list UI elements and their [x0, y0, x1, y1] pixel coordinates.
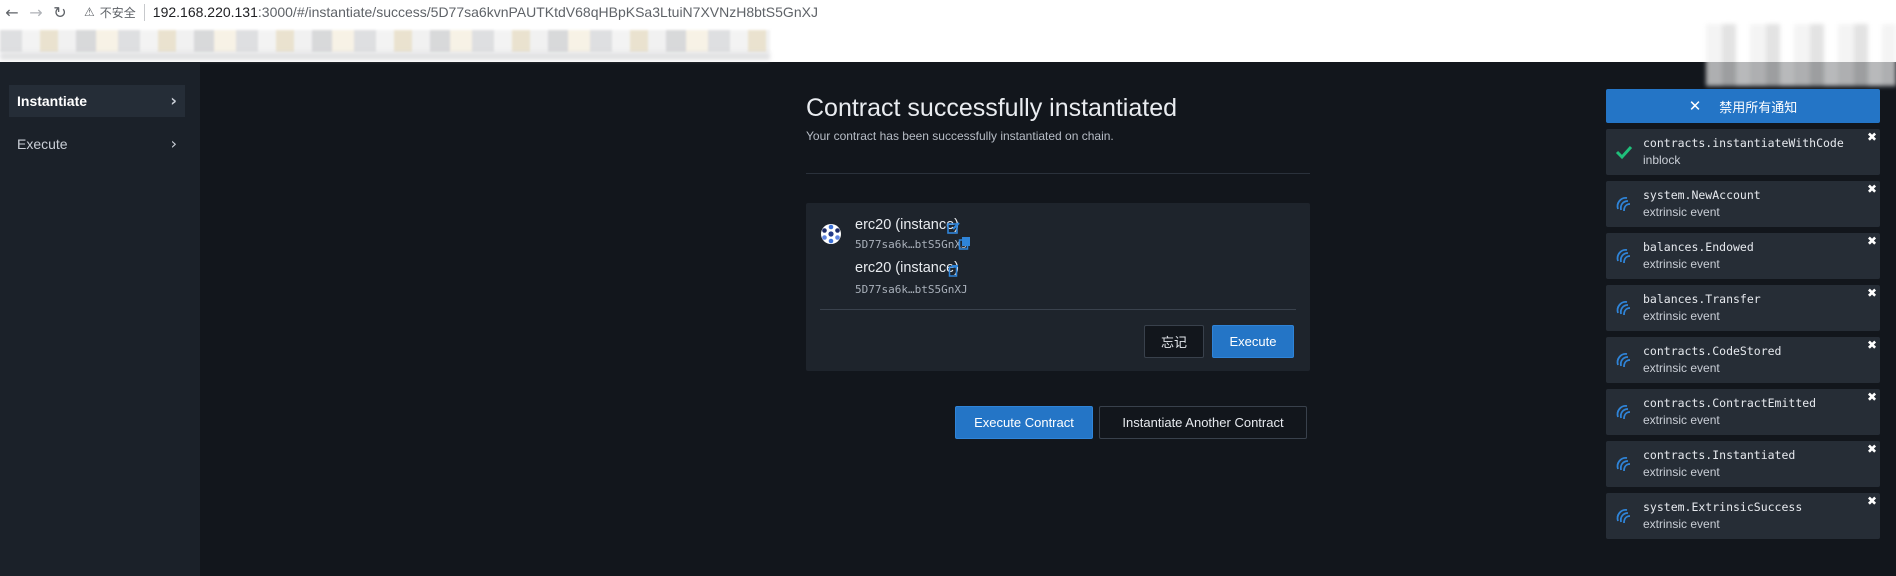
close-icon[interactable]: ✖ — [1867, 442, 1877, 456]
notification-title: system.ExtrinsicSuccess — [1643, 500, 1803, 514]
page-subtitle: Your contract has been successfully inst… — [806, 129, 1114, 143]
chevron-right-icon: › — [170, 91, 177, 110]
url-path: :3000/#/instantiate/success/5D77sa6kvnPA… — [257, 4, 818, 20]
sidebar-item-instantiate[interactable]: Instantiate › — [9, 85, 185, 117]
event-icon — [1616, 249, 1631, 264]
contract-name: erc20 (instance) — [855, 260, 959, 276]
close-icon[interactable]: ✖ — [1867, 182, 1877, 196]
contract-address: 5D77sa6k…btS5GnXJ — [855, 238, 968, 251]
instantiate-another-button[interactable]: Instantiate Another Contract — [1099, 406, 1307, 439]
forward-icon[interactable]: → — [24, 2, 48, 22]
contract-name: erc20 (instance) — [855, 217, 959, 233]
sidebar-item-label: Execute — [17, 136, 68, 152]
contract-address: 5D77sa6k…btS5GnXJ — [855, 283, 968, 296]
blurred-bookmarks-shadow — [0, 52, 770, 60]
event-icon — [1616, 197, 1631, 212]
forget-button[interactable]: 忘记 — [1144, 325, 1204, 358]
notification-status: extrinsic event — [1643, 309, 1720, 323]
address-bar[interactable]: ⚠ 不安全 192.168.220.131:3000/#/instantiate… — [84, 3, 818, 21]
close-icon[interactable]: ✖ — [1867, 234, 1877, 248]
notification-status: extrinsic event — [1643, 517, 1720, 531]
notification-title: contracts.ContractEmitted — [1643, 396, 1817, 410]
bookmarks-bar-blurred — [0, 24, 1896, 86]
chevron-right-icon: › — [170, 134, 177, 153]
event-icon — [1616, 457, 1631, 472]
insecure-indicator[interactable]: ⚠ 不安全 — [84, 3, 145, 21]
card-divider — [820, 309, 1296, 310]
notification-item: contracts.instantiateWithCode inblock ✖ — [1606, 129, 1880, 175]
blurred-extensions — [1706, 24, 1896, 86]
close-icon[interactable]: ✖ — [1867, 338, 1877, 352]
notification-title: contracts.instantiateWithCode — [1643, 136, 1844, 150]
event-icon — [1616, 353, 1631, 368]
contract-card: erc20 (instance) 5D77sa6k…btS5GnXJ erc20… — [806, 203, 1310, 371]
execute-button[interactable]: Execute — [1212, 325, 1294, 358]
copy-icon[interactable] — [958, 236, 972, 250]
edit-icon[interactable] — [947, 221, 961, 235]
sidebar: Instantiate › Execute › — [0, 62, 200, 576]
close-icon[interactable]: ✖ — [1867, 286, 1877, 300]
sidebar-item-label: Instantiate — [17, 93, 88, 109]
url-host: 192.168.220.131 — [152, 4, 258, 20]
notification-item: contracts.ContractEmitted extrinsic event… — [1606, 389, 1880, 435]
close-icon[interactable]: ✖ — [1867, 390, 1877, 404]
notification-title: contracts.Instantiated — [1643, 448, 1796, 462]
notification-item: contracts.CodeStored extrinsic event ✖ — [1606, 337, 1880, 383]
notification-item: balances.Endowed extrinsic event ✖ — [1606, 233, 1880, 279]
sidebar-item-execute[interactable]: Execute › — [9, 128, 185, 160]
execute-contract-button[interactable]: Execute Contract — [955, 406, 1093, 439]
browser-toolbar: ← → ↻ ⚠ 不安全 192.168.220.131:3000/#/insta… — [0, 0, 1896, 24]
back-icon[interactable]: ← — [0, 2, 24, 22]
check-icon — [1615, 145, 1633, 160]
page-title: Contract successfully instantiated — [806, 94, 1178, 122]
event-icon — [1616, 301, 1631, 316]
reload-icon[interactable]: ↻ — [48, 2, 72, 22]
copy-icon[interactable] — [947, 264, 961, 278]
close-icon: ✕ — [1688, 97, 1702, 115]
notification-title: system.NewAccount — [1643, 188, 1761, 202]
close-icon[interactable]: ✖ — [1867, 130, 1877, 144]
notification-item: contracts.Instantiated extrinsic event ✖ — [1606, 441, 1880, 487]
notification-status: extrinsic event — [1643, 361, 1720, 375]
contract-identicon-icon — [821, 224, 841, 244]
notification-status: inblock — [1643, 153, 1681, 167]
notification-status: extrinsic event — [1643, 257, 1720, 271]
notification-item: balances.Transfer extrinsic event ✖ — [1606, 285, 1880, 331]
notification-item: system.NewAccount extrinsic event ✖ — [1606, 181, 1880, 227]
event-icon — [1616, 405, 1631, 420]
blurred-bookmarks — [0, 30, 770, 52]
notification-title: balances.Transfer — [1643, 292, 1761, 306]
close-icon[interactable]: ✖ — [1867, 494, 1877, 508]
notification-status: extrinsic event — [1643, 413, 1720, 427]
divider — [806, 173, 1310, 174]
event-icon — [1616, 509, 1631, 524]
notification-title: contracts.CodeStored — [1643, 344, 1782, 358]
notification-item: system.ExtrinsicSuccess extrinsic event ✖ — [1606, 493, 1880, 539]
notification-status: extrinsic event — [1643, 465, 1720, 479]
notification-title: balances.Endowed — [1643, 240, 1754, 254]
notification-status: extrinsic event — [1643, 205, 1720, 219]
dismiss-all-notifications-button[interactable]: ✕ 禁用所有通知 — [1606, 89, 1880, 123]
warning-icon: ⚠ — [84, 5, 95, 19]
